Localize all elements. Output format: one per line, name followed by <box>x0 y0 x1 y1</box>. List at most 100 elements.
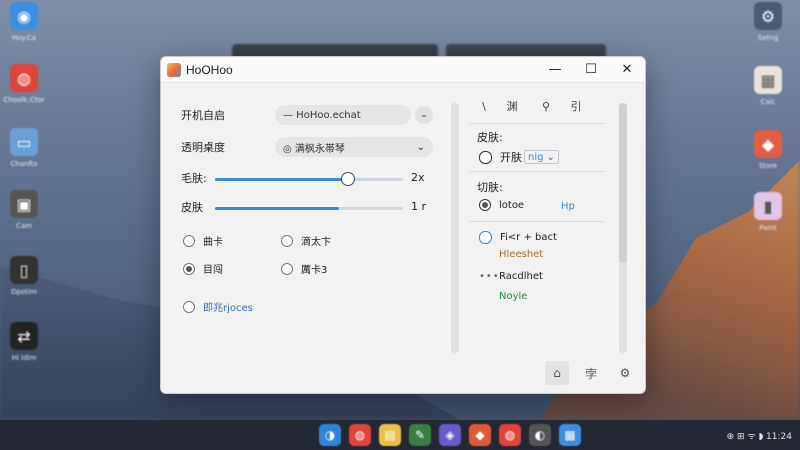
transparency-row: 透明桌度 <box>181 139 273 155</box>
app-icon: ⇄ <box>10 322 38 350</box>
option-b-sub: Noyle <box>499 291 528 302</box>
divider <box>469 171 605 172</box>
title-bar[interactable]: HoOHoo — ☐ ✕ <box>161 57 645 83</box>
startup-chevron-down-icon[interactable]: ⌄ <box>415 106 433 124</box>
skin-select-value: nig <box>528 151 544 163</box>
radio-label: 厲卡3 <box>301 265 328 276</box>
option-a[interactable]: Fi<r + bact <box>479 231 557 244</box>
desktop-icon-label: Calc <box>760 98 776 106</box>
taskbar-app-icon[interactable]: ◑ <box>319 424 341 446</box>
desktop-icon-label: Chanfto <box>10 160 38 168</box>
desktop-icon[interactable]: ▮ Paint <box>748 192 788 248</box>
radio-circle-selected[interactable] <box>183 262 195 275</box>
desktop-icon-label: Paint <box>759 224 777 232</box>
desktop-icon[interactable]: ▭ Chanfto <box>4 128 44 184</box>
opacity-slider-fill <box>215 207 340 210</box>
app-icon: ▣ <box>10 190 38 218</box>
settings-left-pane: 开机自启 — HoHoo.echat ⌄ 透明桌度 ◎ 满枫永帯琴 ⌄ 毛肤: … <box>161 83 447 393</box>
app-icon: ▦ <box>754 66 782 94</box>
transparency-select[interactable]: ◎ 满枫永帯琴 ⌄ <box>275 137 433 157</box>
opacity-slider[interactable] <box>215 207 403 210</box>
skin-slider-thumb[interactable] <box>341 172 356 186</box>
taskbar-icons: ◑ ◍ ▤ ✎ ◈ ◆ ◍ ◐ ▦ <box>319 424 581 446</box>
taskbar-app-icon[interactable]: ◍ <box>499 424 521 446</box>
taskbar-app-icon[interactable]: ◐ <box>529 424 551 446</box>
radio-option-2[interactable]: 滴太卞 <box>281 233 331 248</box>
app-icon: ▯ <box>10 256 38 284</box>
option-a-label: Fi<r + bact <box>500 232 557 243</box>
taskbar-app-icon[interactable]: ▦ <box>559 424 581 446</box>
grid-tool-icon[interactable]: 渊 <box>501 97 523 115</box>
desktop-icon[interactable]: ◍ Choolk.Ctor <box>4 64 44 120</box>
left-pane-scrollbar[interactable] <box>451 103 459 353</box>
text-tool-icon[interactable]: 引 <box>565 97 587 115</box>
radio-circle[interactable] <box>281 262 293 275</box>
skin-slider[interactable] <box>215 172 403 186</box>
taskbar: ◑ ◍ ▤ ✎ ◈ ◆ ◍ ◐ ▦ ⊕ ⊞ ᯤ ◗ 11:24 <box>0 420 800 450</box>
desktop-icon-label: Store <box>758 162 778 170</box>
settings-right-pane: \ 渊 ⚲ 引 皮肤: 开肤 nig ⌄ 切肤: lotoe Hp Fi<r +… <box>469 83 633 393</box>
desktop-icon[interactable]: ⇄ Hi ldim <box>4 322 44 378</box>
lotoe-option[interactable]: lotoe <box>479 199 524 211</box>
more-dots-icon[interactable]: ••• <box>479 271 500 282</box>
startup-row: 开机自启 <box>181 107 273 123</box>
home-button[interactable]: ⌂ <box>545 361 569 385</box>
startup-select[interactable]: — HoHoo.echat <box>275 105 411 125</box>
minimize-button[interactable]: — <box>537 57 573 83</box>
startup-label: 开机自启 <box>181 109 225 122</box>
lotoe-extra[interactable]: Hp <box>561 201 575 212</box>
desktop-icon-label: Dpotim <box>11 288 37 296</box>
taskbar-app-icon[interactable]: ✎ <box>409 424 431 446</box>
skin-select[interactable]: nig ⌄ <box>524 150 559 164</box>
skin-section-label: 皮肤: <box>477 131 503 144</box>
line-tool-icon[interactable]: \ <box>473 97 495 115</box>
app-icon <box>167 62 181 77</box>
desktop-icon[interactable]: ◉ Hoy.Ca <box>4 2 44 58</box>
close-button[interactable]: ✕ <box>609 57 645 83</box>
divider <box>469 123 605 124</box>
slider2-value: 1 r <box>411 200 427 213</box>
skin-button[interactable]: 孛 <box>579 361 603 385</box>
desktop-icon[interactable]: ▣ Cam <box>4 190 44 246</box>
right-pane-scrollbar[interactable] <box>619 103 627 353</box>
taskbar-app-icon[interactable]: ◆ <box>469 424 491 446</box>
option-a-radio[interactable] <box>479 231 492 244</box>
desktop-icon-label: Hoy.Ca <box>11 34 37 42</box>
taskbar-app-icon[interactable]: ◍ <box>349 424 371 446</box>
radio-option-3[interactable]: 目闯 <box>183 261 223 276</box>
option-b-label[interactable]: Racdlhet <box>499 271 543 282</box>
app-icon: ▮ <box>754 192 782 220</box>
maximize-button[interactable]: ☐ <box>573 57 609 83</box>
desktop-icon-label: Hi ldim <box>11 354 37 362</box>
system-tray: ⊕ ⊞ ᯤ ◗ 11:24 <box>727 420 792 450</box>
radio-circle[interactable] <box>281 234 293 247</box>
switch-section-label: 切肤: <box>477 181 503 194</box>
tray-status[interactable]: ⊕ ⊞ ᯤ ◗ 11:24 <box>727 429 792 442</box>
desktop-icon-label: Cam <box>16 222 32 230</box>
desktop-icon[interactable]: ⚙ Setng <box>748 2 788 58</box>
desktop-icon[interactable]: ▦ Calc <box>748 66 788 122</box>
scroll-thumb[interactable] <box>619 103 627 263</box>
radio-label: 目闯 <box>203 265 223 276</box>
radio-option-1[interactable]: 曲卡 <box>183 233 223 248</box>
settings-gear-icon[interactable]: ⚙ <box>613 361 637 385</box>
skin-radio[interactable] <box>479 150 492 164</box>
search-tool-icon[interactable]: ⚲ <box>535 97 557 115</box>
radio-option-4[interactable]: 厲卡3 <box>281 261 327 276</box>
transparency-value: ◎ 满枫永帯琴 <box>283 143 345 155</box>
desktop-icon[interactable]: ▯ Dpotim <box>4 256 44 312</box>
radio-circle[interactable] <box>183 300 195 313</box>
radio-circle[interactable] <box>183 234 195 247</box>
desktop-icon[interactable]: ◆ Store <box>748 130 788 186</box>
option-a-sub: Hleeshet <box>499 249 544 260</box>
lotoe-radio-selected[interactable] <box>479 199 491 211</box>
radio-label: 即兆rjoces <box>203 303 253 314</box>
taskbar-app-icon[interactable]: ▤ <box>379 424 401 446</box>
chevron-down-icon: ⌄ <box>546 151 555 163</box>
skin-option[interactable]: 开肤 nig ⌄ <box>479 149 559 165</box>
window-title: HoOHoo <box>186 62 233 77</box>
radio-option-5[interactable]: 即兆rjoces <box>183 299 253 314</box>
lotoe-label: lotoe <box>499 199 525 211</box>
taskbar-app-icon[interactable]: ◈ <box>439 424 461 446</box>
slider1-value: 2x <box>411 171 425 184</box>
